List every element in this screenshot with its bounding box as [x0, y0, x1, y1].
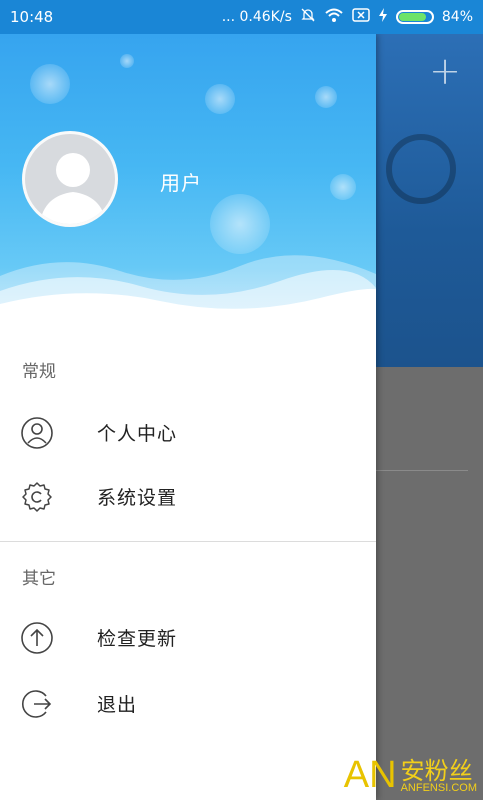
person-icon	[20, 416, 54, 450]
header-wave	[0, 255, 376, 326]
section-divider	[0, 541, 376, 542]
charging-icon	[378, 7, 388, 27]
watermark-text-group: 安粉丝 ANFENSI.COM	[401, 759, 477, 794]
bokeh-light	[210, 194, 270, 254]
watermark-letters: AN	[343, 754, 397, 796]
menu-item-check-update[interactable]: 检查更新	[0, 609, 376, 665]
menu-item-label: 系统设置	[97, 486, 178, 509]
background-app: +	[376, 34, 483, 800]
battery-icon	[395, 10, 434, 24]
battery-percent: 84%	[441, 9, 473, 25]
status-time: 10:48	[10, 8, 54, 26]
avatar[interactable]	[22, 131, 118, 227]
background-app-body	[376, 367, 483, 800]
section-title-other: 其它	[22, 569, 56, 589]
mute-icon	[300, 7, 316, 27]
background-graphic	[386, 134, 456, 204]
drawer-header: 用户	[0, 34, 376, 326]
navigation-drawer: 用户 常规 个人中心 系统设置 其它 检查更新 退出	[0, 34, 376, 800]
watermark-en: ANFENSI.COM	[400, 782, 477, 794]
menu-item-label: 个人中心	[97, 422, 178, 445]
username[interactable]: 用户	[160, 167, 202, 196]
status-right-group: ... 0.46K/s 84%	[222, 7, 473, 27]
wifi-icon	[324, 7, 344, 27]
bokeh-light	[120, 54, 134, 68]
status-bar: 10:48 ... 0.46K/s 84%	[0, 0, 483, 34]
menu-item-label: 退出	[97, 693, 138, 716]
arrow-up-icon	[20, 621, 54, 655]
bokeh-light	[205, 84, 235, 114]
sim-icon	[352, 7, 370, 27]
logout-icon	[20, 687, 54, 721]
bokeh-light	[330, 174, 356, 200]
watermark-cn: 安粉丝	[400, 757, 473, 785]
menu-item-logout[interactable]: 退出	[0, 675, 376, 731]
watermark-logo: AN 安粉丝 ANFENSI.COM	[344, 756, 477, 794]
background-divider	[376, 470, 468, 471]
network-speed: ... 0.46K/s	[221, 9, 292, 25]
person-silhouette-icon	[39, 153, 107, 224]
bokeh-light	[30, 64, 70, 104]
menu-item-system-settings[interactable]: 系统设置	[0, 468, 376, 524]
plus-icon: +	[429, 49, 461, 93]
bokeh-light	[315, 86, 337, 108]
section-title-general: 常规	[22, 362, 56, 382]
menu-item-personal-center[interactable]: 个人中心	[0, 404, 376, 460]
gear-icon	[20, 480, 54, 514]
menu-item-label: 检查更新	[97, 627, 178, 650]
